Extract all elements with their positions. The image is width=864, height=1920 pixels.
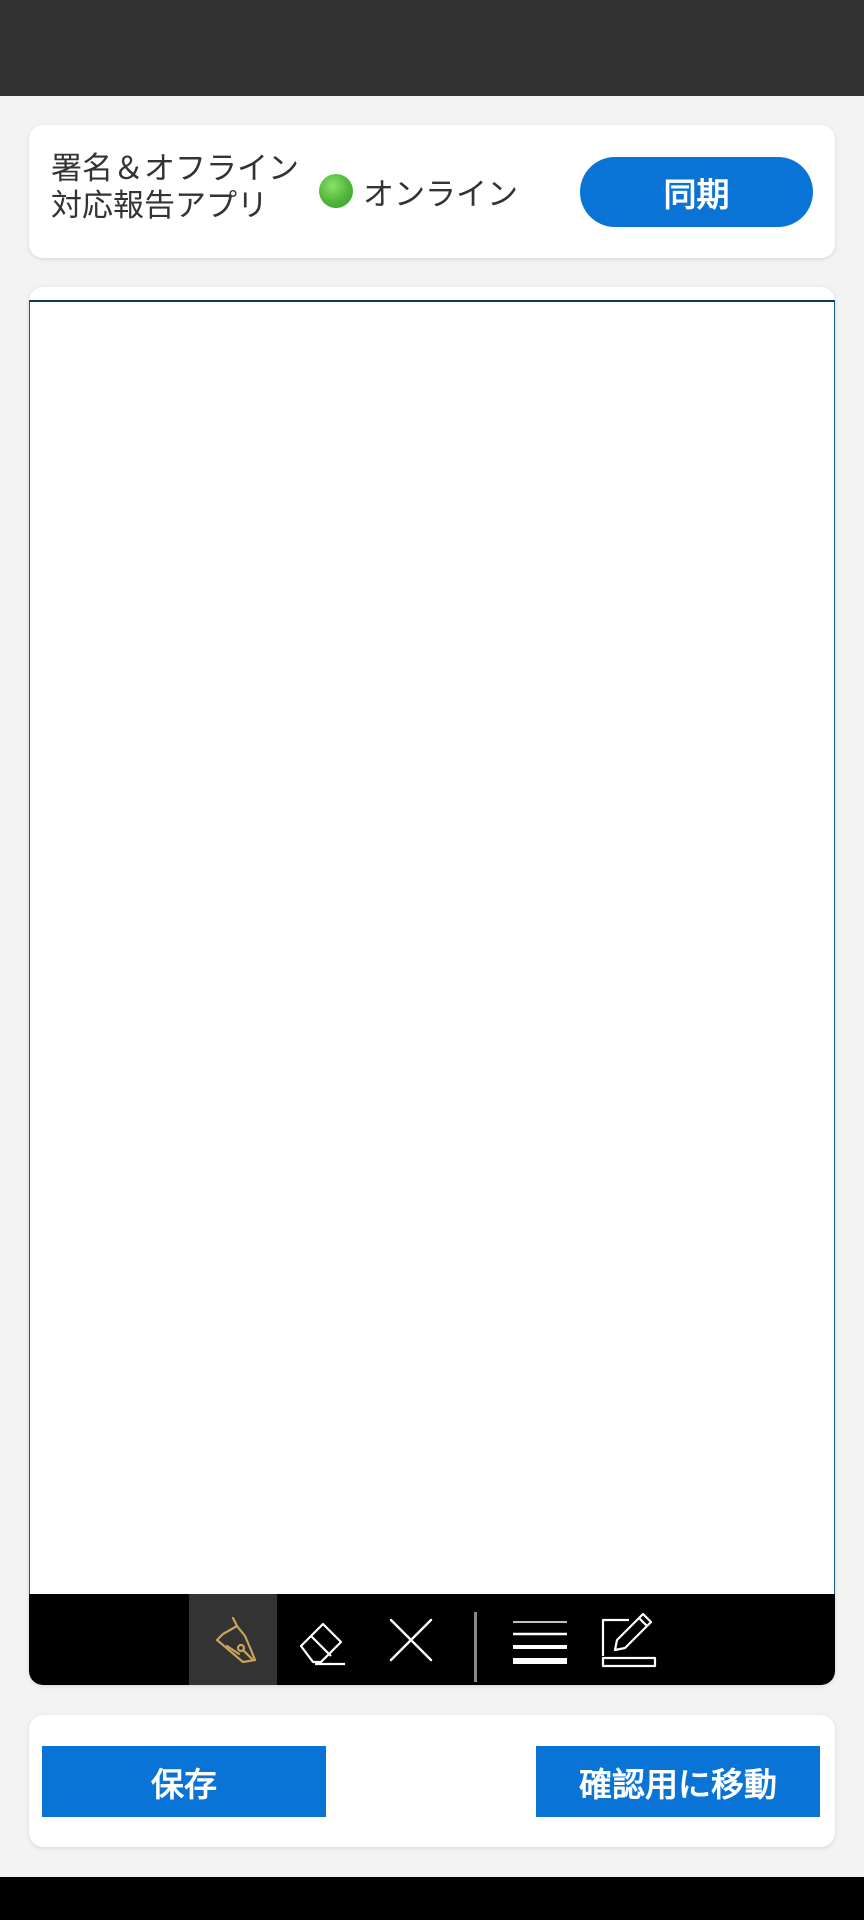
status-bar	[0, 0, 864, 96]
signature-card	[29, 287, 835, 1685]
pen-nib-icon	[215, 1616, 257, 1663]
toolbar-divider	[474, 1612, 477, 1682]
edit-icon	[601, 1612, 657, 1667]
move-to-confirm-button[interactable]: 確認用に移動	[536, 1746, 820, 1817]
online-status-icon	[319, 174, 353, 208]
clear-tool-button[interactable]	[367, 1594, 455, 1685]
close-icon	[389, 1618, 433, 1661]
online-status: オンライン	[319, 171, 518, 213]
eraser-tool-button[interactable]	[279, 1594, 367, 1685]
edit-tool-button[interactable]	[585, 1594, 673, 1685]
stroke-width-button[interactable]	[495, 1594, 583, 1685]
header-card: 署名＆オフライン対応報告アプリ オンライン 同期	[29, 125, 835, 258]
app-title: 署名＆オフライン対応報告アプリ	[51, 151, 299, 224]
navigation-bar	[0, 1877, 864, 1920]
signature-canvas[interactable]	[29, 300, 835, 1595]
sync-button[interactable]: 同期	[580, 157, 813, 227]
drawing-toolbar	[29, 1594, 835, 1685]
save-button[interactable]: 保存	[42, 1746, 326, 1817]
line-width-icon	[513, 1620, 567, 1664]
pen-tool-button[interactable]	[189, 1594, 277, 1685]
eraser-icon	[299, 1622, 345, 1665]
online-status-text: オンライン	[363, 176, 518, 213]
footer-card: 保存 確認用に移動	[29, 1715, 835, 1847]
